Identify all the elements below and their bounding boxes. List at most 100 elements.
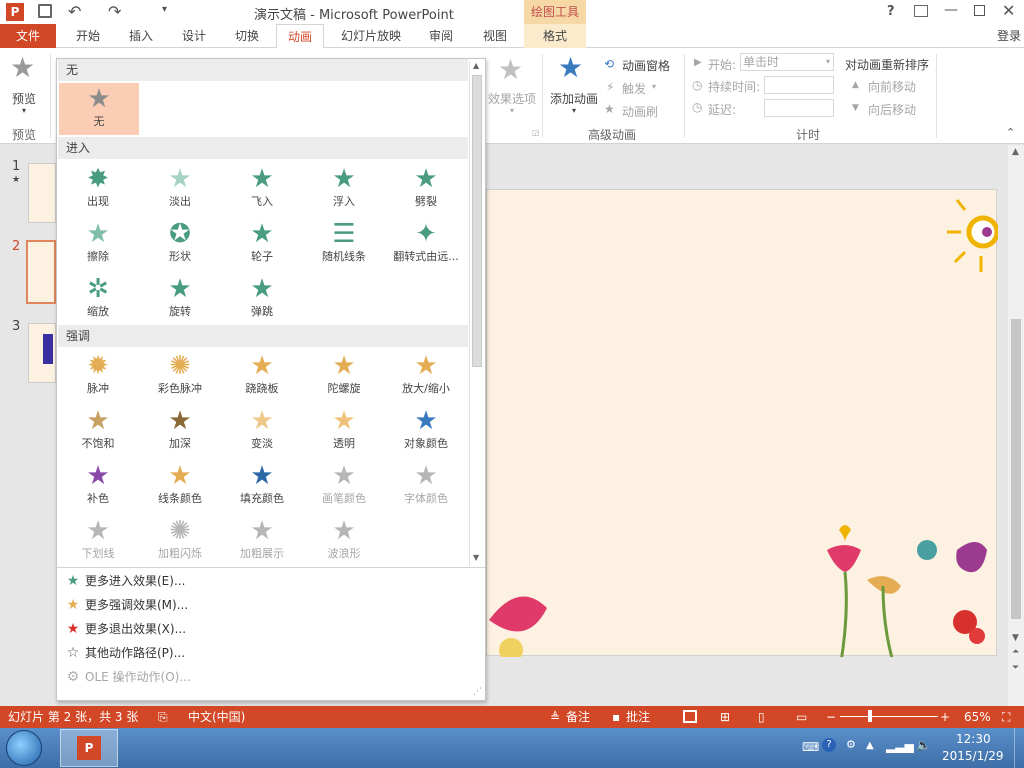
taskbar-powerpoint-button[interactable]: P bbox=[60, 729, 118, 767]
save-icon[interactable] bbox=[38, 4, 52, 18]
tab-slideshow[interactable]: 幻灯片放映 bbox=[334, 24, 408, 48]
effect-random-bars[interactable]: ☰ 随机线条 bbox=[305, 218, 383, 270]
add-animation-dropdown-icon[interactable]: ▾ bbox=[572, 106, 576, 115]
tray-help-icon[interactable]: ? bbox=[822, 738, 836, 752]
restore-button[interactable] bbox=[974, 5, 985, 16]
slide-thumbnail-2[interactable] bbox=[26, 240, 56, 304]
move-earlier-button[interactable]: 向前移动 bbox=[868, 78, 916, 95]
zoom-slider-thumb[interactable] bbox=[868, 710, 872, 722]
show-desktop-button[interactable] bbox=[1014, 728, 1024, 768]
effect-grow-turn[interactable]: ✦ 翻转式由远... bbox=[387, 218, 465, 270]
volume-icon[interactable]: 🔈 bbox=[916, 738, 931, 752]
add-animation-star-icon[interactable]: ★ bbox=[558, 54, 583, 82]
effect-shape[interactable]: ✪ 形状 bbox=[141, 218, 219, 270]
effect-appear[interactable]: ✸ 出现 bbox=[59, 163, 137, 215]
language-status[interactable]: 中文(中国) bbox=[188, 706, 245, 728]
resize-grip-icon[interactable]: ⋰ bbox=[473, 687, 482, 697]
scroll-down-icon[interactable]: ▼ bbox=[1012, 633, 1019, 643]
tab-view[interactable]: 视图 bbox=[472, 24, 518, 48]
gallery-scroll-up-icon[interactable]: ▲ bbox=[473, 61, 479, 70]
slide-count-status[interactable]: 幻灯片 第 2 张，共 3 张 bbox=[8, 706, 138, 728]
move-later-button[interactable]: 向后移动 bbox=[868, 101, 916, 118]
fit-slide-icon[interactable]: ⛶ bbox=[1002, 706, 1010, 728]
slideshow-view-icon[interactable]: ▭ bbox=[796, 706, 807, 728]
quick-access-customize-icon[interactable]: ▾ bbox=[162, 4, 167, 15]
effect-spin[interactable]: ★ 陀螺旋 bbox=[305, 350, 383, 402]
tray-expand-icon[interactable]: ▲ bbox=[866, 740, 874, 751]
vertical-scrollbar[interactable]: ▲ ▼ ⏶ ⏷ bbox=[1008, 145, 1024, 706]
start-button[interactable] bbox=[6, 730, 42, 766]
start-select[interactable]: 单击时 ▾ bbox=[740, 53, 834, 71]
effect-teeter[interactable]: ★ 跷跷板 bbox=[223, 350, 301, 402]
gallery-scroll-down-icon[interactable]: ▼ bbox=[473, 553, 479, 562]
collapse-ribbon-icon[interactable]: ⌃ bbox=[1006, 126, 1015, 139]
redo-icon[interactable]: ↷ bbox=[108, 2, 121, 21]
tray-settings-icon[interactable]: ⚙ bbox=[846, 738, 856, 751]
zoom-in-icon[interactable]: + bbox=[940, 706, 950, 728]
zoom-out-icon[interactable]: − bbox=[826, 706, 836, 728]
tab-animations[interactable]: 动画 bbox=[276, 24, 324, 49]
duration-spinner[interactable] bbox=[764, 76, 834, 94]
undo-icon[interactable]: ↶ bbox=[68, 2, 81, 21]
clock-date[interactable]: 2015/1/29 bbox=[942, 749, 1004, 763]
preview-dropdown-icon[interactable]: ▾ bbox=[22, 106, 26, 115]
dialog-launcher-icon[interactable]: ◲ bbox=[532, 128, 540, 137]
close-button[interactable]: ✕ bbox=[1002, 1, 1015, 20]
effect-options-button[interactable]: 效果选项 bbox=[488, 90, 536, 107]
animation-painter-button[interactable]: 动画刷 bbox=[622, 103, 658, 120]
tray-keyboard-icon[interactable]: ⌨ bbox=[802, 740, 819, 754]
gallery-scrollbar[interactable]: ▲ ▼ bbox=[469, 61, 483, 566]
trigger-button[interactable]: 触发 bbox=[622, 80, 646, 97]
tab-home[interactable]: 开始 bbox=[64, 24, 112, 48]
previous-slide-icon[interactable]: ⏶ bbox=[1012, 647, 1019, 657]
effect-transparency[interactable]: ★ 透明 bbox=[305, 405, 383, 457]
gallery-scroll-thumb[interactable] bbox=[472, 75, 482, 367]
delay-spinner[interactable] bbox=[764, 99, 834, 117]
more-motion-paths[interactable]: ☆ 其他动作路径(P)... bbox=[61, 642, 471, 664]
powerpoint-app-icon[interactable]: P bbox=[6, 3, 24, 21]
reading-view-icon[interactable]: ▯ bbox=[758, 706, 765, 728]
notes-button[interactable]: 备注 bbox=[566, 706, 590, 728]
slide-canvas[interactable] bbox=[486, 189, 998, 657]
effect-color-pulse[interactable]: ✺ 彩色脉冲 bbox=[141, 350, 219, 402]
more-emphasis-effects[interactable]: ★ 更多强调效果(M)... bbox=[61, 594, 471, 616]
effect-float-in[interactable]: ★ 浮入 bbox=[305, 163, 383, 215]
slide-thumbnail-1[interactable] bbox=[28, 163, 56, 223]
scroll-up-icon[interactable]: ▲ bbox=[1012, 147, 1019, 157]
comments-button[interactable]: 批注 bbox=[626, 706, 650, 728]
slide-sorter-view-icon[interactable]: ⊞ bbox=[720, 706, 730, 728]
animation-pane-button[interactable]: 动画窗格 bbox=[622, 57, 670, 74]
tab-format[interactable]: 格式 bbox=[524, 24, 586, 48]
effect-complementary-color[interactable]: ★ 补色 bbox=[59, 460, 137, 512]
tab-transitions[interactable]: 切换 bbox=[224, 24, 270, 48]
zoom-level[interactable]: 65% bbox=[964, 706, 991, 728]
effect-fly-in[interactable]: ★ 飞入 bbox=[223, 163, 301, 215]
tab-design[interactable]: 设计 bbox=[170, 24, 218, 48]
scroll-thumb[interactable] bbox=[1011, 319, 1021, 619]
effect-swivel[interactable]: ★ 旋转 bbox=[141, 273, 219, 325]
effect-bounce[interactable]: ★ 弹跳 bbox=[223, 273, 301, 325]
network-icon[interactable]: ▂▃▅ bbox=[886, 739, 914, 753]
spell-check-icon[interactable]: ⎘ bbox=[158, 706, 168, 728]
effect-object-color[interactable]: ★ 对象颜色 bbox=[387, 405, 465, 457]
tab-insert[interactable]: 插入 bbox=[118, 24, 164, 48]
login-link[interactable]: 登录 bbox=[994, 24, 1024, 48]
effect-split[interactable]: ★ 劈裂 bbox=[387, 163, 465, 215]
effect-fill-color[interactable]: ★ 填充颜色 bbox=[223, 460, 301, 512]
slide-thumbnail-3[interactable] bbox=[28, 323, 56, 383]
more-exit-effects[interactable]: ★ 更多退出效果(X)... bbox=[61, 618, 471, 640]
effect-desaturate[interactable]: ★ 不饱和 bbox=[59, 405, 137, 457]
tab-review[interactable]: 审阅 bbox=[418, 24, 464, 48]
effect-wipe[interactable]: ★ 擦除 bbox=[59, 218, 137, 270]
more-entrance-effects[interactable]: ★ 更多进入效果(E)... bbox=[61, 570, 471, 592]
effect-zoom[interactable]: ✲ 缩放 bbox=[59, 273, 137, 325]
ribbon-display-options-icon[interactable] bbox=[914, 5, 928, 17]
effect-wheel[interactable]: ★ 轮子 bbox=[223, 218, 301, 270]
minimize-button[interactable]: — bbox=[944, 2, 958, 18]
tab-file[interactable]: 文件 bbox=[0, 24, 56, 48]
preview-button[interactable]: 预览 bbox=[12, 90, 36, 107]
effect-fade[interactable]: ★ 淡出 bbox=[141, 163, 219, 215]
normal-view-icon[interactable] bbox=[683, 710, 697, 723]
effect-none[interactable]: ★ 无 bbox=[59, 83, 139, 135]
preview-star-icon[interactable]: ★ bbox=[10, 54, 35, 82]
